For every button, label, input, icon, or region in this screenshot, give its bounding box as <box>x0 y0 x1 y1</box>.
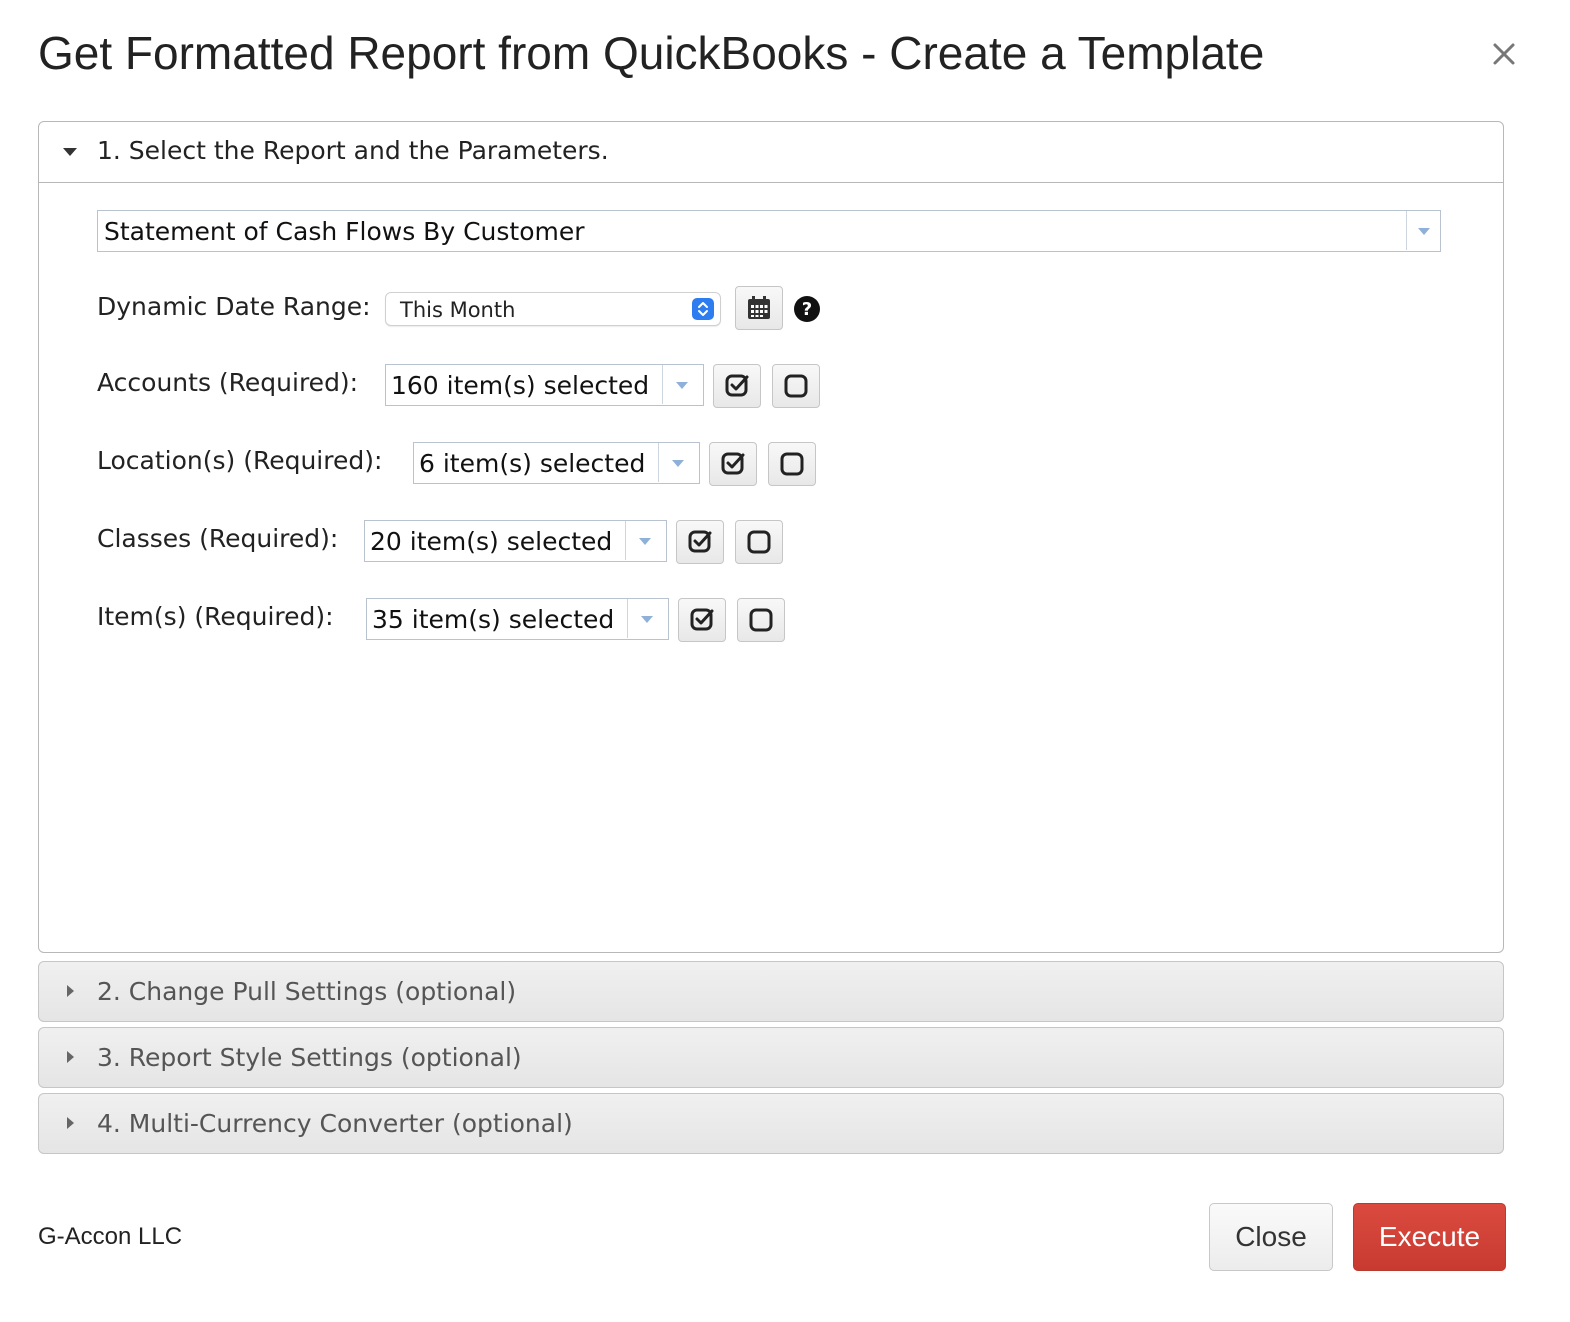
caret-right-icon <box>67 985 74 997</box>
execute-button[interactable]: Execute <box>1353 1203 1506 1271</box>
caret-down-icon <box>63 148 77 156</box>
filter-label-items: Item(s) (Required): <box>97 602 334 631</box>
deselect-all-icon <box>784 374 808 398</box>
report-select[interactable]: Statement of Cash Flows By Customer <box>97 210 1441 252</box>
caret-right-icon <box>67 1117 74 1129</box>
up-down-stepper-icon <box>692 298 714 320</box>
select-all-icon <box>725 374 749 397</box>
deselect-all-icon <box>747 530 771 554</box>
report-select-value: Statement of Cash Flows By Customer <box>104 217 585 246</box>
locations-deselect-all-button[interactable] <box>768 442 816 486</box>
items-value: 35 item(s) selected <box>372 605 615 634</box>
section-pull-settings[interactable]: 2. Change Pull Settings (optional) <box>38 961 1504 1022</box>
select-all-icon <box>688 530 712 553</box>
accounts-deselect-all-button[interactable] <box>772 364 820 408</box>
section-header-select-report[interactable]: 1. Select the Report and the Parameters. <box>39 122 1503 183</box>
dropdown-arrow[interactable] <box>662 365 703 404</box>
locations-value: 6 item(s) selected <box>419 449 646 478</box>
date-range-label: Dynamic Date Range: <box>97 292 371 321</box>
filter-label-classes: Classes (Required): <box>97 524 339 553</box>
date-range-select[interactable]: This Month <box>385 292 721 326</box>
deselect-all-icon <box>780 452 804 476</box>
section-label: 1. Select the Report and the Parameters. <box>97 136 609 165</box>
items-select-all-button[interactable] <box>678 598 726 642</box>
date-range-value: This Month <box>400 298 516 322</box>
classes-select[interactable]: 20 item(s) selected <box>364 520 667 562</box>
caret-right-icon <box>67 1051 74 1063</box>
svg-text:?: ? <box>802 299 812 320</box>
accounts-select[interactable]: 160 item(s) selected <box>385 364 704 406</box>
accounts-select-all-button[interactable] <box>713 364 761 408</box>
filter-label-locations: Location(s) (Required): <box>97 446 383 475</box>
chevron-down-icon <box>641 616 653 623</box>
dialog-title: Get Formatted Report from QuickBooks - C… <box>38 27 1265 79</box>
locations-select[interactable]: 6 item(s) selected <box>413 442 700 484</box>
classes-select-all-button[interactable] <box>676 520 724 564</box>
section-label: 3. Report Style Settings (optional) <box>97 1043 522 1072</box>
calendar-icon <box>748 296 770 319</box>
calendar-button[interactable] <box>735 286 783 330</box>
chevron-down-icon <box>639 538 651 545</box>
chevron-down-icon <box>672 460 684 467</box>
deselect-all-icon <box>749 608 773 632</box>
accounts-value: 160 item(s) selected <box>391 371 650 400</box>
dropdown-arrow[interactable] <box>627 599 668 638</box>
dropdown-arrow[interactable] <box>625 521 666 560</box>
section-select-report: 1. Select the Report and the Parameters.… <box>38 121 1504 953</box>
chevron-down-icon <box>1418 228 1430 235</box>
items-select[interactable]: 35 item(s) selected <box>366 598 669 640</box>
section-label: 4. Multi-Currency Converter (optional) <box>97 1109 573 1138</box>
section-multi-currency[interactable]: 4. Multi-Currency Converter (optional) <box>38 1093 1504 1154</box>
classes-value: 20 item(s) selected <box>370 527 613 556</box>
select-all-icon <box>690 608 714 631</box>
dropdown-arrow[interactable] <box>658 443 699 482</box>
section-label: 2. Change Pull Settings (optional) <box>97 977 517 1006</box>
company-name: G-Accon LLC <box>38 1223 183 1250</box>
help-icon[interactable]: ? <box>793 295 821 323</box>
classes-deselect-all-button[interactable] <box>735 520 783 564</box>
dropdown-arrow[interactable] <box>1406 211 1440 250</box>
close-icon[interactable] <box>1486 36 1522 72</box>
filter-label-accounts: Accounts (Required): <box>97 368 359 397</box>
select-all-icon <box>721 452 745 475</box>
close-button[interactable]: Close <box>1209 1203 1333 1271</box>
items-deselect-all-button[interactable] <box>737 598 785 642</box>
locations-select-all-button[interactable] <box>709 442 757 486</box>
section-report-style[interactable]: 3. Report Style Settings (optional) <box>38 1027 1504 1088</box>
chevron-down-icon <box>676 382 688 389</box>
